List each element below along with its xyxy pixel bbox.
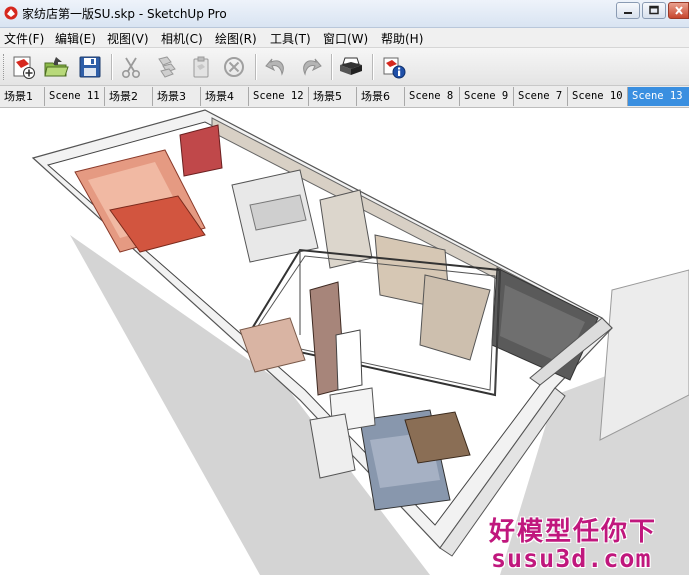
scene-tab[interactable]: Scene 8 xyxy=(405,87,460,106)
scene-tab[interactable]: Scene 9 xyxy=(460,87,514,106)
model-info-button[interactable] xyxy=(380,53,408,81)
display-stand xyxy=(335,329,363,391)
scene-tabs: 场景1 Scene 11 场景2 场景3 场景4 Scene 12 场景5 场景… xyxy=(0,86,689,108)
watermark-slogan: 好模型任你下 xyxy=(489,517,658,547)
save-disk-icon xyxy=(79,56,101,78)
menu-bar: 文件(F) 编辑(E) 视图(V) 相机(C) 绘图(R) 工具(T) 窗口(W… xyxy=(0,28,689,48)
menu-file[interactable]: 文件(F) xyxy=(4,30,44,47)
cut-button[interactable] xyxy=(117,53,145,81)
site-watermark: 好模型任你下 susu3d.com xyxy=(489,511,685,575)
menu-window[interactable]: 窗口(W) xyxy=(323,30,368,47)
watermark-url: susu3d.com xyxy=(491,544,652,573)
minimize-button[interactable] xyxy=(616,2,640,19)
new-file-button[interactable] xyxy=(10,53,38,81)
menu-camera[interactable]: 相机(C) xyxy=(161,30,203,47)
toolbar-separator xyxy=(255,54,257,80)
undo-button[interactable] xyxy=(262,53,290,81)
paste-icon xyxy=(193,56,209,78)
title-bar: 家纺店第一版SU.skp - SketchUp Pro xyxy=(0,0,689,28)
new-file-icon xyxy=(13,56,35,79)
sketchup-logo-icon xyxy=(4,6,18,20)
open-button[interactable] xyxy=(42,53,70,81)
menu-help[interactable]: 帮助(H) xyxy=(381,30,423,47)
menu-tools[interactable]: 工具(T) xyxy=(270,30,311,47)
erase-button[interactable] xyxy=(220,53,248,81)
model-viewport[interactable] xyxy=(0,108,689,575)
copy-icon xyxy=(158,56,176,78)
print-button[interactable] xyxy=(337,53,365,81)
toolbar-separator xyxy=(331,54,333,80)
store-3d-model xyxy=(31,109,689,575)
open-folder-icon xyxy=(44,57,69,77)
scene-tab[interactable]: Scene 7 xyxy=(514,87,568,106)
cut-scissors-icon xyxy=(122,57,141,78)
close-button[interactable] xyxy=(668,2,689,19)
menu-edit[interactable]: 编辑(E) xyxy=(55,30,96,47)
paste-button[interactable] xyxy=(187,53,215,81)
maximize-button[interactable] xyxy=(642,2,666,19)
scene-tab[interactable]: 场景4 xyxy=(201,87,249,106)
redo-icon xyxy=(303,58,322,76)
redo-button[interactable] xyxy=(297,53,325,81)
model-info-icon xyxy=(383,57,406,79)
scene-tab[interactable]: 场景6 xyxy=(357,87,405,106)
toolbar-grip[interactable] xyxy=(3,54,7,80)
scene-tab[interactable]: 场景3 xyxy=(153,87,201,106)
scene-tab[interactable]: 场景2 xyxy=(105,87,153,106)
menu-draw[interactable]: 绘图(R) xyxy=(215,30,257,47)
scene-tab-active[interactable]: Scene 13 xyxy=(628,87,689,106)
scene-tab[interactable]: Scene 11 xyxy=(45,87,105,106)
undo-icon xyxy=(265,58,284,76)
copy-button[interactable] xyxy=(153,53,181,81)
scene-tab[interactable]: Scene 12 xyxy=(249,87,309,106)
window-title: 家纺店第一版SU.skp - SketchUp Pro xyxy=(22,7,227,21)
close-icon xyxy=(675,6,683,15)
erase-icon xyxy=(224,57,244,77)
toolbar-separator xyxy=(372,54,374,80)
maximize-icon xyxy=(649,5,659,15)
menu-view[interactable]: 视图(V) xyxy=(107,30,149,47)
standard-toolbar xyxy=(0,48,689,86)
minimize-icon xyxy=(624,12,632,14)
toolbar-separator xyxy=(111,54,113,80)
scene-tab[interactable]: Scene 10 xyxy=(568,87,628,106)
save-button[interactable] xyxy=(76,53,104,81)
scene-tab[interactable]: 场景5 xyxy=(309,87,357,106)
scene-tab[interactable]: 场景1 xyxy=(0,87,45,106)
print-icon xyxy=(340,57,362,75)
